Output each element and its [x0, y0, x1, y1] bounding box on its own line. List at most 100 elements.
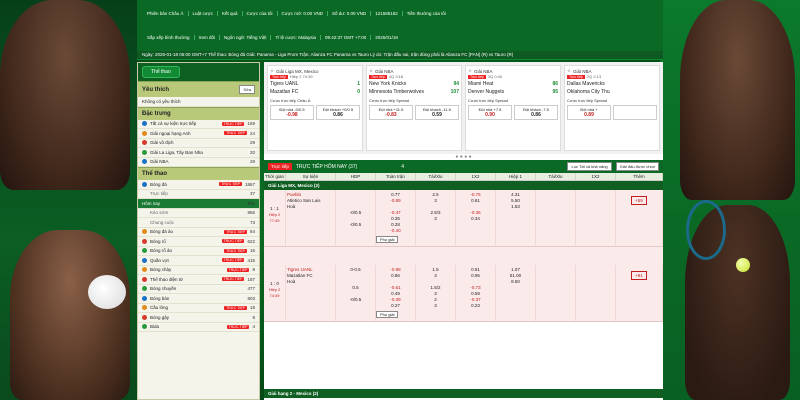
- sub-markets-button[interactable]: Phụ giải: [376, 236, 399, 243]
- sports-item-label: Quần vợt: [150, 257, 169, 263]
- event-count: 29: [249, 140, 255, 146]
- featured-item[interactable]: Giải NBA 28: [138, 158, 259, 167]
- main-content: ☆ Giải Liga MX, Mexico Trực tiếp Hiệp 2 74:…: [264, 62, 663, 400]
- edit-favorites-button[interactable]: Sửa: [239, 85, 255, 94]
- sport-button[interactable]: Thể thao: [142, 66, 180, 78]
- sports-header: Thể thao: [138, 167, 259, 180]
- col-event: Sự kiện: [286, 173, 336, 180]
- menu-my-bets[interactable]: Cược của tôi: [243, 11, 278, 16]
- odds-home-button[interactable]: Đội nhà +7.5 0.90: [468, 105, 512, 120]
- odds-away-button[interactable]: Đội khách -7.5 0.86: [514, 105, 558, 120]
- more-markets-button[interactable]: +59: [631, 196, 647, 205]
- menu-asian-version[interactable]: Phiên bản Châu Á: [143, 11, 189, 16]
- sports-item[interactable]: Thể thao điện tử TRỰC TIẾP 187: [138, 275, 259, 285]
- boxer-image: [10, 230, 130, 400]
- featured-item[interactable]: Tất cả sự kiện trực tiếp TRỰC TIẾP 169: [138, 120, 259, 129]
- event-count: 169: [247, 121, 255, 127]
- favorites-title: Yêu thích: [142, 86, 170, 93]
- featured-item-label: Giải La Liga, Tây Ban Nha: [150, 149, 203, 155]
- sort-option[interactable]: Sắp xếp bình thường: [143, 35, 195, 40]
- card-market: Cược trực tiếp Spread: [369, 98, 409, 103]
- view-option[interactable]: Xem đôi: [195, 35, 221, 40]
- filter-select[interactable]: Lọc Tất cả khả năng: [567, 162, 612, 171]
- card-team-home: New York Knicks 94: [369, 81, 459, 87]
- sports-item[interactable]: Trực tiếp 37: [138, 190, 259, 199]
- live-badge: TRỰC TIẾP: [221, 121, 245, 126]
- featured-item[interactable]: Giải vô địch 29: [138, 139, 259, 148]
- card-odds: Đội nhà -0/0.5 -0.98 Đội khách +0/0.5 0.86: [270, 105, 360, 120]
- more-markets: +59: [616, 190, 663, 246]
- sports-item[interactable]: Bóng gậy 8: [138, 313, 259, 323]
- col-h1-1x2: 1X2: [576, 173, 616, 180]
- league-header-mexico-2[interactable]: Giải hạng 2 - Mexico (2): [264, 389, 663, 398]
- sports-item-label: Bóng bàn: [150, 295, 170, 301]
- more-markets-button[interactable]: +81: [631, 271, 647, 280]
- featured-item-label: Tất cả sự kiện trực tiếp: [150, 121, 197, 127]
- menu-my-rewards[interactable]: Tiền thưởng của tôi: [403, 11, 450, 16]
- ft-1x2-odds[interactable]: 1.07 51.00 8.50: [496, 265, 536, 321]
- live-badge: TRỰC TIẾP: [224, 248, 247, 253]
- sports-item[interactable]: Bóng chày TRỰC TIẾP 8: [138, 266, 259, 275]
- sports-item[interactable]: Bóng rổ TRỰC TIẾP 622: [138, 237, 259, 247]
- odds-home-button[interactable]: Đội nhà +11.5 -0.83: [369, 105, 413, 120]
- live-match-card[interactable]: ☆ Giải NBA Trực tiếp 3Q 0:40 Miami Heat 86 Den…: [465, 65, 561, 151]
- menu-rules[interactable]: Luật cược: [189, 11, 219, 16]
- featured-item[interactable]: Giải ngoại hạng Anh TRỰC TIẾP 24: [138, 129, 259, 139]
- h1-empty: [576, 190, 616, 246]
- sport-icon: [142, 314, 147, 320]
- sports-item[interactable]: Quần vợt TRỰC TIẾP 415: [138, 256, 259, 266]
- sports-item[interactable]: Bóng đá ảo TRỰC TIẾP 84: [138, 228, 259, 237]
- sports-item[interactable]: Bida TRỰC TIẾP 4: [138, 323, 259, 332]
- sport-icon: [142, 140, 147, 146]
- event-count: 16: [249, 248, 255, 254]
- live-match-card[interactable]: ☆ Giải NBA Trực tiếp 4Q 3:18 New York Knicks…: [366, 65, 462, 151]
- ft-ou-odds[interactable]: -0.75 0.61 -0.36 0.34: [456, 190, 496, 246]
- live-match-card[interactable]: ☆ Giải NBA Trực tiếp 2Q 2:13 Dallas Maverick…: [564, 65, 660, 151]
- sport-icon: [142, 229, 147, 235]
- featured-item-label: Giải NBA: [150, 159, 169, 165]
- ft-hdp-line: 0-0.5 0.5 -0/0.5: [336, 265, 376, 321]
- ft-ou-odds[interactable]: 0.91 0.95 -0.73 0.59 -0.37 0.23: [456, 265, 496, 321]
- live-badge: TRỰC TIẾP: [221, 239, 245, 244]
- refresh-counter[interactable]: 4: [401, 164, 404, 170]
- sports-item[interactable]: Bóng rổ ảo TRỰC TIẾP 16: [138, 247, 259, 256]
- sports-item[interactable]: Bóng bàn 803: [138, 294, 259, 304]
- menu-results[interactable]: Kết quả: [218, 11, 243, 16]
- sports-item[interactable]: Bóng đá TRỰC TIẾP 1867: [138, 180, 259, 190]
- tennis-ball-icon: [736, 258, 750, 272]
- balance-value: Số dư: 0.00 VND: [328, 11, 372, 16]
- sports-item-label: Chung cuộc: [150, 219, 175, 225]
- ft-1x2-odds[interactable]: 4.31 5.50 1.53: [496, 190, 536, 246]
- odds-format-option[interactable]: Tỉ lệ cược: Malaysia: [271, 35, 321, 40]
- language-option[interactable]: Ngôn ngữ: Tiếng Việt: [220, 35, 272, 40]
- featured-item[interactable]: Giải La Liga, Tây Ban Nha 20: [138, 148, 259, 158]
- card-time: Trực tiếp 2Q 2:13: [567, 74, 602, 79]
- odds-away-button[interactable]: Đội khách -11.5 0.59: [415, 105, 459, 120]
- league-header-liga-mx[interactable]: Giải Liga MX, Mexico (2): [264, 181, 663, 190]
- event-count: 187: [247, 276, 255, 282]
- odds-away-button[interactable]: Đội khách +0/0.5 0.86: [316, 105, 360, 120]
- sports-item[interactable]: Chung cuộc 73: [138, 218, 259, 228]
- selected-leagues-button[interactable]: Giải đấu được chọn: [615, 162, 659, 171]
- sports-item-label: Bóng rổ: [150, 238, 166, 244]
- sports-item-label: Bóng đá: [150, 181, 167, 187]
- sports-item[interactable]: Cầu lông TRỰC TIẾP 18: [138, 304, 259, 313]
- event-count: 73: [249, 219, 255, 225]
- sports-item-label: Trực tiếp: [150, 191, 168, 197]
- featured-item-label: Giải vô địch: [150, 140, 174, 146]
- odds-home-button[interactable]: Đội nhà +0.89: [567, 105, 611, 120]
- sport-icon: [142, 286, 147, 292]
- odds-home-button[interactable]: Đội nhà -0/0.5 -0.98: [270, 105, 314, 120]
- odds-away-button[interactable]: [613, 105, 657, 120]
- sports-item[interactable]: Hôm nay 901: [138, 199, 259, 209]
- sport-icon: [142, 295, 147, 301]
- col-more: Thêm: [616, 173, 663, 180]
- featured-list: Tất cả sự kiện trực tiếp TRỰC TIẾP 169 Giải…: [138, 120, 259, 167]
- sports-item[interactable]: Kèo sớm 856: [138, 209, 259, 218]
- live-match-card[interactable]: ☆ Giải Liga MX, Mexico Trực tiếp Hiệp 2 74:…: [267, 65, 363, 151]
- ft-ou-line: 1.5 3 1.5/2 3 2 3: [416, 265, 456, 321]
- sub-markets-button[interactable]: Phụ giải: [376, 311, 399, 318]
- tab-live[interactable]: Trực tiếp: [268, 163, 292, 170]
- sports-item[interactable]: Bóng chuyền 477: [138, 285, 259, 294]
- account-id: 121586182: [371, 11, 403, 16]
